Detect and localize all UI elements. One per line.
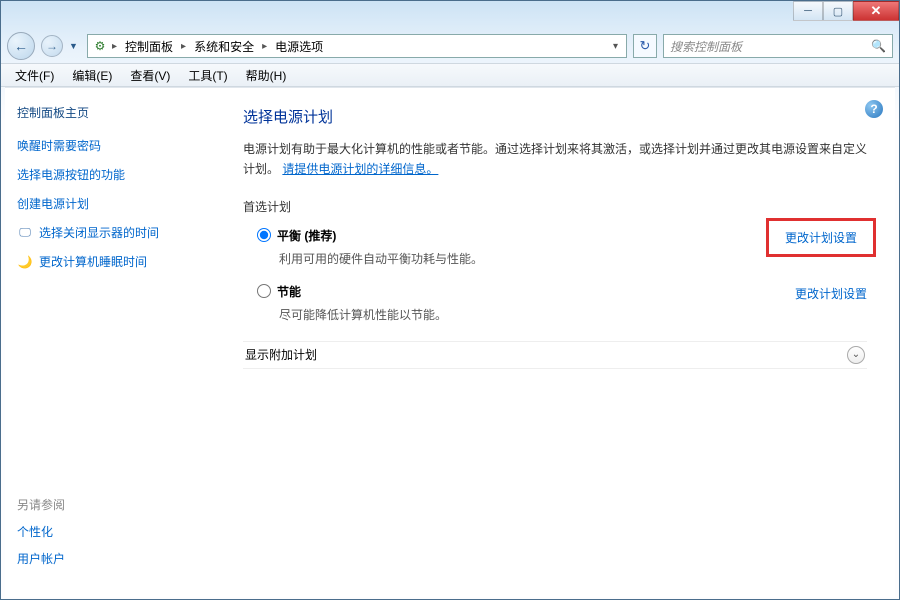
minimize-icon: ─ (804, 5, 812, 17)
refresh-icon: ↻ (640, 38, 651, 54)
plan-balanced-radio[interactable] (257, 228, 271, 242)
show-additional-plans[interactable]: 显示附加计划 ⌄ (243, 341, 867, 369)
control-panel-icon: ⚙ (92, 38, 108, 54)
sidebar-link-display-off[interactable]: 🖵 选择关闭显示器的时间 (17, 224, 203, 241)
nav-forward-button[interactable]: → (41, 35, 63, 57)
sidebar: 控制面板主页 唤醒时需要密码 选择电源按钮的功能 创建电源计划 🖵 选择关闭显示… (5, 88, 215, 597)
navbar: ← → ▼ ⚙ ▸ 控制面板 ▸ 系统和安全 ▸ 电源选项 ▾ ↻ 搜索控制面板… (1, 29, 899, 63)
plan-balanced: 平衡 (推荐) 利用可用的硬件自动平衡功耗与性能。 更改计划设置 (243, 227, 867, 267)
maximize-button[interactable]: ▢ (823, 1, 853, 21)
titlebar: ─ ▢ ✕ (1, 1, 899, 29)
menu-help[interactable]: 帮助(H) (238, 65, 295, 86)
plan-balanced-name: 平衡 (推荐) (277, 227, 336, 244)
moon-icon: 🌙 (17, 254, 33, 270)
minimize-button[interactable]: ─ (793, 1, 823, 21)
chevron-down-icon: ⌄ (847, 346, 865, 364)
breadcrumb-item[interactable]: 控制面板 (121, 38, 177, 55)
content: ? 选择电源计划 电源计划有助于最大化计算机的性能或者节能。通过选择计划来将其激… (215, 88, 895, 597)
crumb-sep-icon: ▸ (112, 41, 117, 52)
body: 控制面板主页 唤醒时需要密码 选择电源按钮的功能 创建电源计划 🖵 选择关闭显示… (5, 87, 895, 597)
plan-saver-radio[interactable] (257, 284, 271, 298)
address-dropdown[interactable]: ▾ (609, 41, 622, 52)
window: ─ ▢ ✕ ← → ▼ ⚙ ▸ 控制面板 ▸ 系统和安全 ▸ 电源选项 ▾ ↻ … (0, 0, 900, 600)
plan-saver: 节能 尽可能降低计算机性能以节能。 更改计划设置 (243, 283, 867, 323)
menu-file[interactable]: 文件(F) (7, 65, 62, 86)
menu-edit[interactable]: 编辑(E) (64, 65, 120, 86)
sidebar-home[interactable]: 控制面板主页 (17, 104, 203, 121)
arrow-left-icon: ← (14, 38, 28, 54)
nav-back-button[interactable]: ← (7, 32, 35, 60)
change-plan-balanced-link[interactable]: 更改计划设置 (775, 227, 867, 248)
close-button[interactable]: ✕ (853, 1, 899, 21)
address-bar[interactable]: ⚙ ▸ 控制面板 ▸ 系统和安全 ▸ 电源选项 ▾ (87, 34, 627, 58)
breadcrumb-item[interactable]: 电源选项 (271, 38, 327, 55)
menu-view[interactable]: 查看(V) (122, 65, 178, 86)
maximize-icon: ▢ (833, 5, 843, 18)
see-also-accounts[interactable]: 用户帐户 (17, 550, 65, 567)
crumb-sep-icon: ▸ (262, 41, 267, 52)
page-title: 选择电源计划 (243, 106, 867, 127)
monitor-icon: 🖵 (17, 225, 33, 241)
plan-balanced-desc: 利用可用的硬件自动平衡功耗与性能。 (279, 250, 775, 267)
search-input[interactable]: 搜索控制面板 🔍 (663, 34, 893, 58)
sidebar-link-button-action[interactable]: 选择电源按钮的功能 (17, 166, 203, 183)
see-also: 另请参阅 个性化 用户帐户 (17, 496, 65, 577)
plan-saver-name: 节能 (277, 283, 301, 300)
search-placeholder: 搜索控制面板 (670, 38, 742, 55)
breadcrumb-item[interactable]: 系统和安全 (190, 38, 258, 55)
page-description: 电源计划有助于最大化计算机的性能或者节能。通过选择计划来将其激活，或选择计划并通… (243, 139, 867, 180)
sidebar-link-create-plan[interactable]: 创建电源计划 (17, 195, 203, 212)
search-icon: 🔍 (871, 39, 886, 53)
arrow-right-icon: → (46, 39, 58, 53)
close-icon: ✕ (871, 3, 882, 19)
change-plan-saver-link[interactable]: 更改计划设置 (795, 283, 867, 302)
preferred-plans-header: 首选计划 (243, 198, 867, 215)
chevron-down-icon: ▼ (69, 41, 78, 51)
crumb-sep-icon: ▸ (181, 41, 186, 52)
sidebar-link-sleep-time[interactable]: 🌙 更改计算机睡眠时间 (17, 253, 203, 270)
see-also-personalize[interactable]: 个性化 (17, 523, 65, 540)
plan-saver-desc: 尽可能降低计算机性能以节能。 (279, 306, 795, 323)
sidebar-link-wake-password[interactable]: 唤醒时需要密码 (17, 137, 203, 154)
see-also-header: 另请参阅 (17, 496, 65, 513)
refresh-button[interactable]: ↻ (633, 34, 657, 58)
details-link[interactable]: 请提供电源计划的详细信息。 (282, 162, 438, 176)
nav-history-dropdown[interactable]: ▼ (69, 41, 81, 51)
window-controls: ─ ▢ ✕ (793, 1, 899, 21)
menubar: 文件(F) 编辑(E) 查看(V) 工具(T) 帮助(H) (1, 63, 899, 87)
help-icon[interactable]: ? (865, 100, 883, 118)
menu-tools[interactable]: 工具(T) (180, 65, 235, 86)
